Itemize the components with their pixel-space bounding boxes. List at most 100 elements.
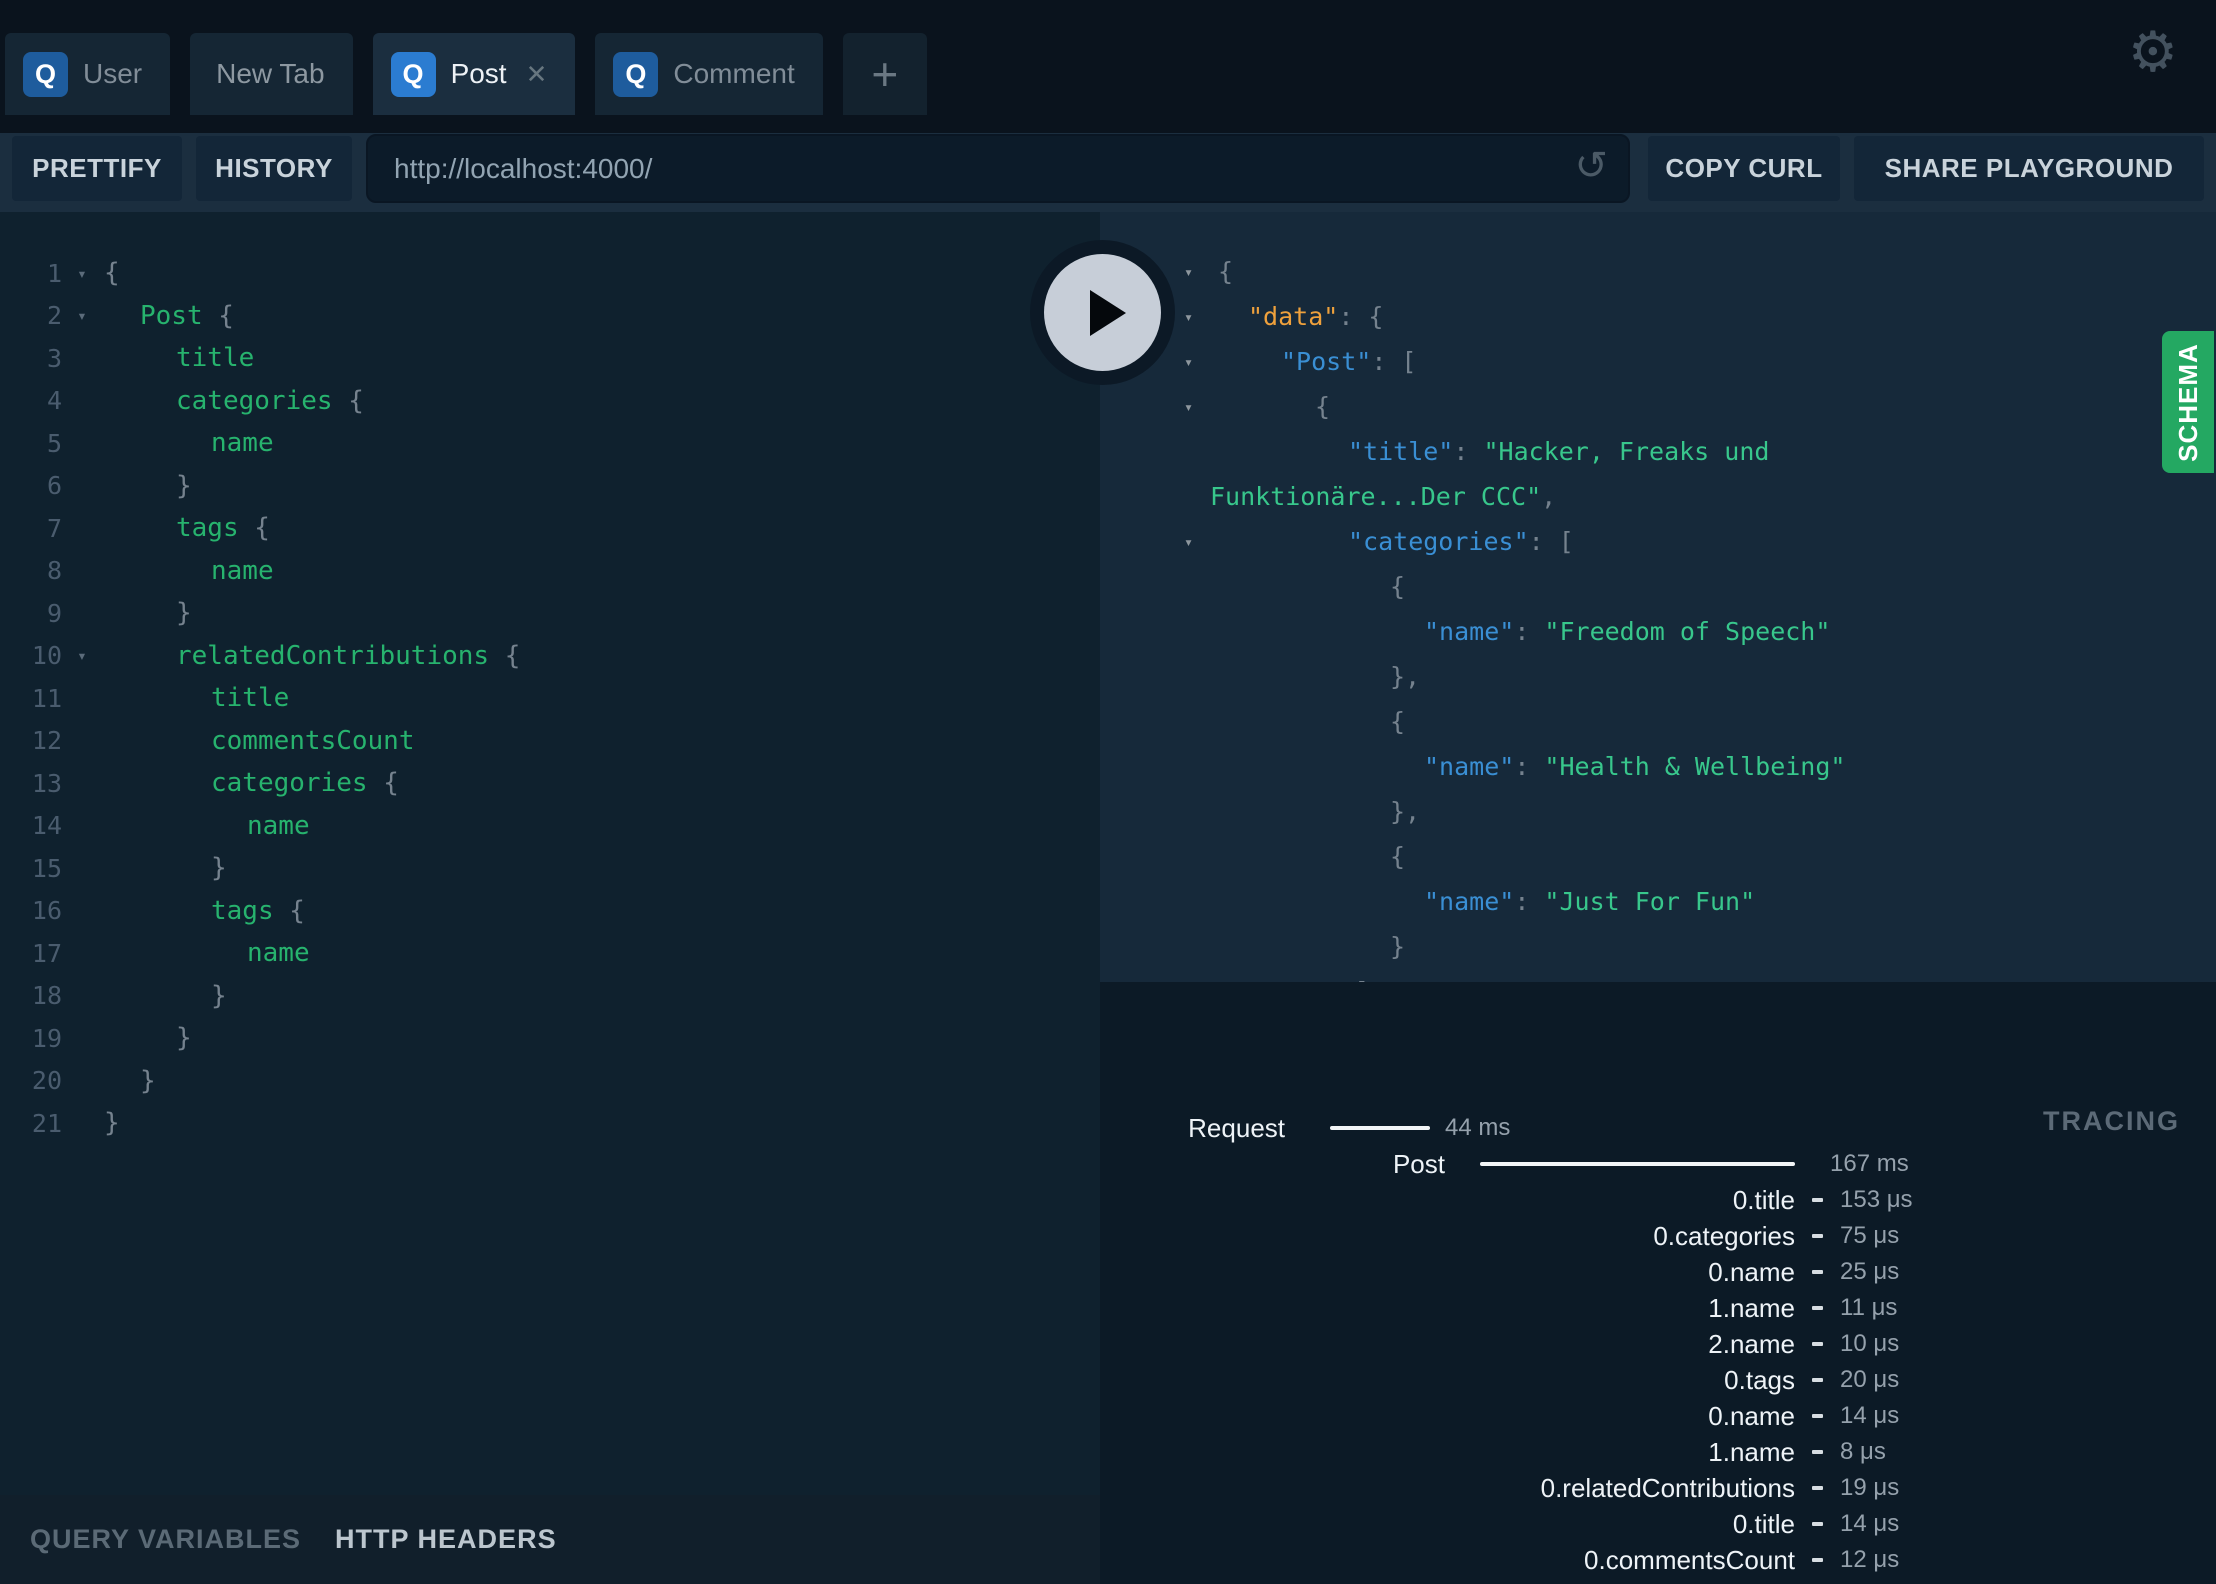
editor-code-text[interactable]: { — [102, 258, 120, 288]
line-number: 12 — [31, 726, 62, 756]
tab-query-variables[interactable]: QUERY VARIABLES — [30, 1524, 301, 1555]
editor-code-text[interactable]: tags { — [102, 896, 305, 926]
tracing-row: Post 167 ms — [1100, 1146, 2216, 1182]
editor-code-text[interactable]: } — [102, 1023, 192, 1053]
new-tab-button[interactable]: + — [842, 33, 927, 115]
fold-arrow-icon[interactable]: ▾ — [62, 646, 102, 665]
editor-code-text[interactable]: title — [102, 343, 254, 373]
editor-code-text[interactable]: categories { — [102, 768, 399, 798]
tracing-field-label: 0.tags — [1724, 1365, 1795, 1395]
tracing-row: 0.categories 75 μs — [1100, 1218, 2216, 1254]
editor-code-text[interactable]: categories { — [102, 386, 364, 416]
collapse-arrow-icon[interactable]: ▾ — [1184, 533, 1193, 551]
tracing-row: 1.name 8 μs — [1100, 1434, 2216, 1470]
query-badge-icon: Q — [390, 51, 436, 97]
fold-arrow-icon[interactable]: ▾ — [62, 264, 102, 283]
tracing-field-label: 0.name — [1708, 1257, 1795, 1287]
tab-post[interactable]: Q Post ✕ — [372, 33, 576, 115]
tracing-panel: TRACING Request 44 ms Post 167 ms 0.title 153… — [1100, 982, 2216, 1584]
collapse-arrow-icon[interactable]: ▾ — [1184, 353, 1193, 371]
editor-code-text[interactable]: } — [102, 598, 192, 628]
fold-arrow-icon[interactable]: ▾ — [62, 306, 102, 325]
response-line: ▾ "categories": [ — [1100, 519, 2216, 564]
tab-user[interactable]: Q User — [5, 33, 171, 115]
editor-code-text[interactable]: } — [102, 471, 192, 501]
editor-code-text[interactable]: name — [102, 938, 310, 968]
prettify-button[interactable]: PRETTIFY — [12, 136, 182, 201]
line-number: 1 — [46, 258, 62, 288]
response-line: "name": "Health & Wellbeing" — [1100, 744, 2216, 789]
editor-code-text[interactable]: tags { — [102, 513, 270, 543]
settings-gear-icon[interactable]: ⚙ — [2128, 24, 2178, 80]
tracing-row: 0.relatedContributions 19 μs — [1100, 1470, 2216, 1506]
tracing-span-bar — [1330, 1126, 1430, 1130]
tracing-field-label: 0.relatedContributions — [1540, 1473, 1795, 1503]
line-number: 10 — [31, 641, 62, 671]
tracing-field-label: 0.title — [1732, 1185, 1795, 1215]
tracing-field-time: 13 μs — [1840, 1578, 1899, 1584]
response-line: ▾ "data": { — [1100, 294, 2216, 339]
editor-line: 4 categories { — [0, 380, 1100, 423]
tabs-container: Q User New Tab Q Post ✕ Q Comment + — [5, 33, 927, 115]
share-playground-button[interactable]: SHARE PLAYGROUND — [1854, 136, 2204, 201]
tab-comment[interactable]: Q Comment — [595, 33, 823, 115]
tracing-field-dash — [1812, 1414, 1823, 1418]
editor-code-text[interactable]: title — [102, 683, 289, 713]
response-json-text: { — [1390, 707, 1406, 736]
tracing-field-label: 0.categories — [1653, 1221, 1795, 1251]
collapse-arrow-icon[interactable]: ▾ — [1184, 308, 1193, 326]
collapse-arrow-icon[interactable]: ▾ — [1184, 263, 1193, 281]
endpoint-url-input[interactable] — [368, 136, 1548, 201]
tracing-field-dash — [1812, 1234, 1823, 1238]
editor-line: 3 title — [0, 337, 1100, 380]
tracing-field-label: 0.name — [1708, 1401, 1795, 1431]
execute-query-button[interactable] — [1030, 240, 1175, 385]
close-icon[interactable]: ✕ — [526, 59, 548, 90]
response-line: }, — [1100, 789, 2216, 834]
response-json-text: }, — [1390, 662, 1421, 691]
response-json-text: "categories": [ — [1348, 527, 1574, 556]
tracing-field-dash — [1812, 1378, 1823, 1382]
tracing-span-label: Request — [1188, 1113, 1285, 1143]
editor-code-text[interactable]: name — [102, 556, 274, 586]
schema-side-tab[interactable]: SCHEMA — [2162, 331, 2214, 473]
tab-new-tab[interactable]: New Tab — [190, 33, 353, 115]
tracing-row: Request 44 ms — [1100, 1110, 2216, 1146]
tracing-field-label: 1.name — [1708, 1293, 1795, 1323]
line-number: 14 — [31, 811, 62, 841]
line-number: 15 — [31, 853, 62, 883]
tracing-field-time: 11 μs — [1840, 1294, 1898, 1321]
editor-code-text[interactable]: } — [102, 981, 227, 1011]
editor-code-text[interactable]: } — [102, 1066, 156, 1096]
editor-line: 2 ▾ Post { — [0, 295, 1100, 338]
tracing-row: 0.categories 13 μs — [1100, 1578, 2216, 1584]
editor-line: 17 name — [0, 932, 1100, 975]
editor-code-text[interactable]: name — [102, 811, 310, 841]
editor-code-text[interactable]: relatedContributions { — [102, 641, 520, 671]
line-number: 4 — [46, 386, 62, 416]
response-json-text: { — [1315, 392, 1331, 421]
editor-bottom-bar: QUERY VARIABLES HTTP HEADERS — [0, 1495, 1100, 1584]
line-number: 8 — [46, 556, 62, 586]
query-editor-pane[interactable]: 1 ▾{2 ▾ Post {3 title 4 categories {5 name 6} 7 ta… — [0, 212, 1100, 1495]
editor-code-text[interactable]: name — [102, 428, 274, 458]
tracing-field-label: 0.categories — [1100, 1578, 1795, 1584]
tracing-span-label: Post — [1392, 1149, 1445, 1179]
response-pane: ▾{▾ "data": {▾ "Post": [▾{"title": "Hacker… — [1100, 212, 2216, 982]
tracing-field-dash — [1812, 1450, 1823, 1454]
editor-code-text[interactable]: commentsCount — [102, 726, 415, 756]
response-line: "name": "Just For Fun" — [1100, 879, 2216, 924]
reload-schema-icon[interactable]: ↺ — [1574, 146, 1608, 186]
tab-http-headers[interactable]: HTTP HEADERS — [335, 1524, 557, 1555]
collapse-arrow-icon[interactable]: ▾ — [1184, 398, 1193, 416]
editor-code-text[interactable]: } — [102, 853, 227, 883]
response-json-text: { — [1390, 572, 1406, 601]
tracing-field-time: 8 μs — [1840, 1438, 1886, 1465]
history-button[interactable]: HISTORY — [196, 136, 352, 201]
copy-curl-button[interactable]: COPY CURL — [1648, 136, 1840, 201]
response-line: }, — [1100, 654, 2216, 699]
tab-label: Post — [450, 58, 507, 89]
editor-code-text[interactable]: } — [102, 1108, 120, 1138]
response-line: { — [1100, 699, 2216, 744]
editor-code-text[interactable]: Post { — [102, 301, 234, 331]
